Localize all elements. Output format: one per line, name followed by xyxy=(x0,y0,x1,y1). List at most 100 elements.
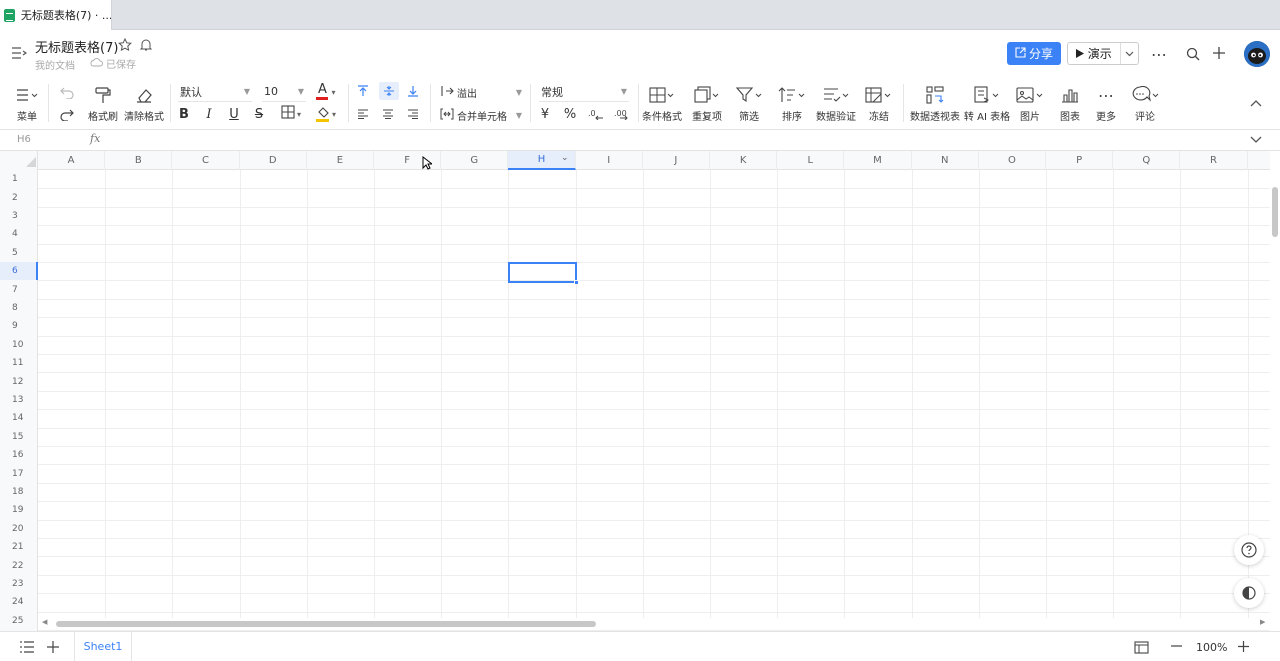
theme-toggle-button[interactable] xyxy=(1234,578,1264,608)
sheet-list-icon[interactable] xyxy=(18,638,36,656)
function-icon[interactable]: fx xyxy=(90,132,100,145)
more-options-icon[interactable]: ⋯ xyxy=(1150,45,1168,64)
column-header[interactable]: O xyxy=(979,151,1046,170)
conditional-format-button[interactable]: 条件格式 xyxy=(640,84,684,123)
row-header[interactable]: 1 xyxy=(0,170,38,188)
select-all-corner[interactable] xyxy=(0,151,38,170)
column-header[interactable]: D xyxy=(240,151,307,170)
italic-button[interactable]: I xyxy=(201,105,217,123)
column-header[interactable]: J xyxy=(643,151,710,170)
row-header[interactable]: 5 xyxy=(0,244,38,262)
borders-button[interactable]: ▾ xyxy=(277,105,305,123)
chart-button[interactable]: 图表 xyxy=(1057,84,1083,123)
row-header[interactable]: 3 xyxy=(0,207,38,225)
column-menu-chevron-icon[interactable]: ⌄ xyxy=(561,153,569,163)
row-header[interactable]: 25 xyxy=(0,612,38,630)
search-icon[interactable] xyxy=(1184,45,1202,63)
row-header[interactable]: 18 xyxy=(0,483,38,501)
font-size-select[interactable]: 10 ▼ xyxy=(262,82,306,102)
vertical-scroll-thumb[interactable] xyxy=(1272,187,1278,237)
redo-icon[interactable] xyxy=(58,106,76,124)
add-sheet-icon[interactable] xyxy=(44,638,62,656)
row-header[interactable]: 17 xyxy=(0,464,38,482)
column-header[interactable]: B xyxy=(105,151,173,170)
fill-handle[interactable] xyxy=(574,280,579,285)
row-header[interactable]: 7 xyxy=(0,280,38,298)
align-top-icon[interactable] xyxy=(354,82,372,100)
star-icon[interactable] xyxy=(117,37,133,53)
row-header[interactable]: 23 xyxy=(0,575,38,593)
clear-format-button[interactable]: 清除格式 xyxy=(123,84,165,123)
column-header[interactable]: L xyxy=(777,151,845,170)
row-header[interactable]: 10 xyxy=(0,336,38,354)
row-header[interactable]: 15 xyxy=(0,428,38,446)
freeze-button[interactable]: 冻结 xyxy=(864,84,894,123)
row-header[interactable]: 14 xyxy=(0,409,38,427)
cell-reference[interactable]: H6 xyxy=(17,134,31,145)
help-button[interactable] xyxy=(1234,535,1264,565)
horizontal-scroll-thumb[interactable] xyxy=(56,621,596,627)
align-left-icon[interactable] xyxy=(354,105,372,123)
plus-icon[interactable] xyxy=(1210,44,1228,62)
row-header[interactable]: 2 xyxy=(0,188,38,206)
expand-formula-icon[interactable] xyxy=(1248,132,1264,148)
format-painter-button[interactable]: 格式刷 xyxy=(86,84,120,123)
horizontal-scrollbar[interactable]: ◀ ▶ xyxy=(38,618,1270,630)
image-button[interactable]: 图片 xyxy=(1015,84,1045,123)
ai-table-button[interactable]: 转 AI 表格 xyxy=(964,84,1010,123)
row-header[interactable]: 13 xyxy=(0,391,38,409)
row-header[interactable]: 16 xyxy=(0,446,38,464)
bell-icon[interactable] xyxy=(138,37,154,53)
spreadsheet-grid[interactable]: A B C D E F G H ⌄ I J K L M N O P Q R 1 2 3 4 5 6 7 8 9 10 11 12 13 14 1… xyxy=(0,151,1280,631)
present-main[interactable]: 演示 xyxy=(1068,43,1121,64)
more-button[interactable]: ⋯ 更多 xyxy=(1093,84,1119,124)
outline-toggle-icon[interactable] xyxy=(10,44,28,62)
column-header[interactable]: C xyxy=(172,151,240,170)
active-cell[interactable] xyxy=(508,262,577,283)
row-header[interactable]: 24 xyxy=(0,593,38,611)
zoom-level[interactable]: 100% xyxy=(1196,641,1227,654)
fill-color-button[interactable]: ▾ xyxy=(312,105,340,123)
scroll-left-icon[interactable]: ◀ xyxy=(42,618,47,626)
row-header[interactable]: 8 xyxy=(0,299,38,317)
column-header[interactable]: E xyxy=(307,151,374,170)
row-header[interactable]: 20 xyxy=(0,520,38,538)
column-header[interactable]: H ⌄ xyxy=(508,151,576,170)
strikethrough-button[interactable]: S xyxy=(251,105,267,123)
font-color-button[interactable]: A ▾ xyxy=(312,82,340,102)
align-middle-icon[interactable] xyxy=(379,82,399,100)
increase-decimal-icon[interactable]: .00 xyxy=(612,105,632,123)
row-header[interactable]: 9 xyxy=(0,317,38,335)
row-header[interactable]: 6 xyxy=(0,262,38,281)
column-header[interactable]: A xyxy=(38,151,106,170)
row-header[interactable]: 12 xyxy=(0,372,38,390)
view-mode-icon[interactable] xyxy=(1132,639,1150,655)
column-header[interactable]: P xyxy=(1046,151,1114,170)
column-header[interactable]: R xyxy=(1180,151,1248,170)
sheet-tab[interactable]: Sheet1 xyxy=(74,632,132,661)
currency-button[interactable]: ¥ xyxy=(537,105,553,123)
row-header[interactable]: 4 xyxy=(0,225,38,243)
column-header[interactable]: I xyxy=(576,151,643,170)
vertical-scrollbar[interactable] xyxy=(1270,151,1280,631)
scroll-right-icon[interactable]: ▶ xyxy=(1260,618,1265,626)
sort-button[interactable]: 排序 xyxy=(777,84,807,123)
column-header[interactable]: Q xyxy=(1113,151,1181,170)
row-header[interactable]: 19 xyxy=(0,501,38,519)
text-overflow-select[interactable]: 溢出 ▼ xyxy=(438,82,524,102)
duplicates-button[interactable]: 重复项 xyxy=(689,84,725,123)
user-avatar[interactable] xyxy=(1244,41,1270,67)
align-bottom-icon[interactable] xyxy=(404,82,422,100)
number-format-select[interactable]: 常规 ▼ xyxy=(539,82,629,102)
filter-button[interactable]: 筛选 xyxy=(734,84,764,123)
column-header[interactable]: N xyxy=(912,151,979,170)
browser-tab[interactable]: 无标题表格(7) · ... xyxy=(0,0,112,30)
document-title[interactable]: 无标题表格(7) xyxy=(35,37,118,56)
row-header[interactable]: 21 xyxy=(0,538,38,556)
merge-cells-select[interactable]: 合并单元格 ▼ xyxy=(438,105,524,125)
row-header[interactable]: 11 xyxy=(0,354,38,372)
present-button[interactable]: 演示 xyxy=(1067,42,1139,65)
zoom-in-icon[interactable] xyxy=(1235,638,1251,654)
column-header[interactable]: G xyxy=(441,151,509,170)
bold-button[interactable]: B xyxy=(176,105,192,123)
